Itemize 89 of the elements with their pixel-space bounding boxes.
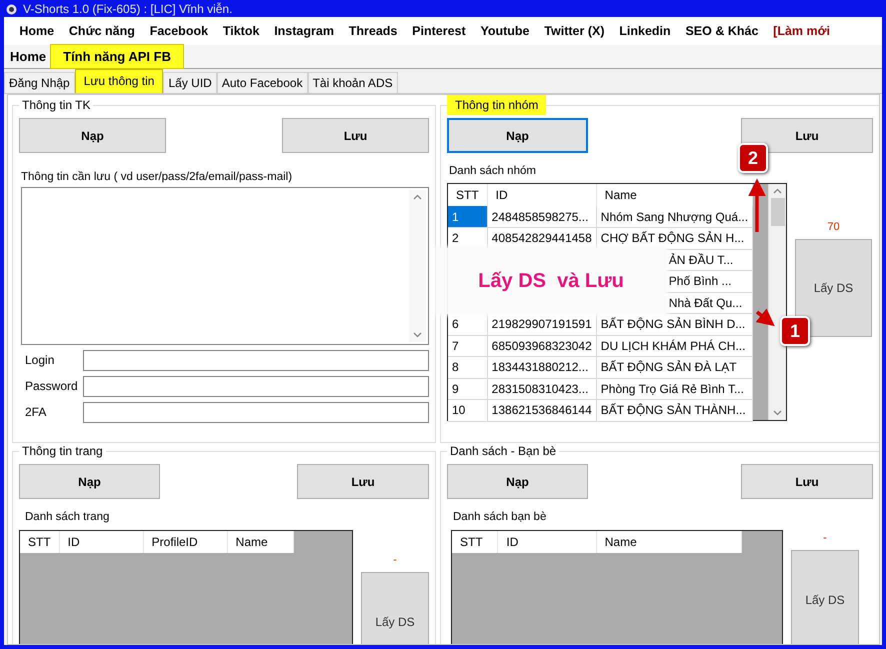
table-cell: 685093968323042 — [487, 335, 596, 356]
menu-item[interactable]: Pinterest — [404, 24, 474, 38]
scroll-up-icon[interactable] — [413, 194, 422, 200]
table-cell[interactable]: 8 — [448, 356, 488, 378]
tab[interactable]: Đăng Nhập — [4, 72, 75, 93]
menu-item[interactable]: SEO & Khác — [678, 24, 766, 38]
fetch-button[interactable]: Lấy DS — [361, 572, 429, 644]
field-label: Danh sách nhóm — [449, 165, 537, 177]
group-title: Thông tin TK — [19, 98, 94, 112]
column-header[interactable]: ID — [487, 184, 596, 206]
tab[interactable]: Auto Facebook — [216, 72, 308, 93]
window-title: V-Shorts 1.0 (Fix-605) : [LIC] Vĩnh viễn. — [23, 2, 232, 16]
table-cell: Nhóm Sang Nhượng Quá... — [596, 206, 753, 228]
menu-item[interactable]: Youtube — [473, 24, 537, 38]
arrow — [756, 308, 775, 326]
menu-item[interactable]: Chức năng — [62, 24, 142, 38]
menu-item[interactable]: Instagram — [266, 24, 342, 38]
table-cell: 219829907191591 — [487, 314, 596, 335]
tab[interactable]: Lưu thông tin — [74, 69, 164, 93]
arrow — [748, 178, 766, 232]
item-count: 70 — [827, 221, 840, 235]
load-button[interactable]: Nạp — [447, 464, 588, 499]
load-button[interactable]: Nạp — [19, 464, 160, 499]
menu-item[interactable]: Threads — [341, 24, 405, 38]
item-count: - — [393, 554, 397, 568]
table-cell: BẤT ĐỘNG SẢN BÌNH D... — [596, 314, 753, 335]
table-cell: BẤT ĐỘNG SẢN THÀNH... — [596, 400, 753, 421]
scrollbar[interactable] — [768, 184, 786, 420]
menu-item[interactable]: Linkedin — [612, 24, 678, 38]
save-button[interactable]: Lưu — [282, 118, 429, 153]
table-cell: Phòng Trọ Giá Rẻ Bình T... — [596, 378, 753, 400]
table-cell: 2831508310423... — [487, 378, 596, 400]
group-title: Danh sách - Bạn bè — [447, 444, 560, 458]
column-header[interactable]: Name — [596, 184, 753, 206]
scrollbar[interactable] — [409, 190, 426, 342]
scroll-down-icon[interactable] — [413, 332, 422, 338]
field-label: Danh sách trang — [25, 511, 110, 523]
load-button[interactable]: Nạp — [447, 118, 588, 153]
table-cell: 138621536846144 — [487, 400, 596, 421]
ribbon-tab[interactable]: Tính năng API FB — [50, 44, 184, 69]
column-header[interactable]: STT — [448, 184, 488, 206]
column-header[interactable]: ID — [498, 531, 596, 553]
scroll-down-icon[interactable] — [773, 410, 782, 416]
menu-item[interactable]: [Làm mới — [766, 24, 838, 38]
load-button[interactable]: Nạp — [19, 118, 166, 153]
table-cell[interactable]: 7 — [448, 335, 488, 356]
input-field[interactable] — [83, 350, 429, 370]
field-label: Danh sách bạn bè — [453, 511, 548, 523]
step-badge: 1 — [780, 316, 810, 346]
column-header[interactable]: STT — [452, 531, 498, 553]
table-cell: DU LỊCH KHÁM PHÁ CH... — [596, 335, 753, 356]
tab[interactable]: Tài khoản ADS — [308, 72, 398, 93]
group-title: Thông tin trang — [19, 444, 106, 458]
field-label: Thông tin cần lưu ( vd user/pass/2fa/email/pass-mail) — [21, 171, 294, 183]
table-cell: 408542829441458 — [487, 228, 596, 249]
column-header[interactable]: STT — [20, 531, 60, 553]
tab[interactable]: Lấy UID — [163, 72, 217, 93]
scroll-thumb[interactable] — [770, 198, 784, 226]
table-cell: BẤT ĐỘNG SẢN ĐÀ LẠT — [596, 356, 753, 378]
fetch-button[interactable]: Lấy DS — [791, 550, 859, 644]
group-title: Thông tin nhóm — [447, 95, 546, 115]
table-cell[interactable]: 9 — [448, 378, 488, 400]
menu-item[interactable]: Twitter (X) — [536, 24, 612, 38]
field-label: 2FA — [25, 405, 48, 419]
save-button[interactable]: Lưu — [741, 464, 873, 499]
menu-item[interactable]: Tiktok — [215, 24, 267, 38]
table-cell[interactable]: 2 — [448, 228, 488, 249]
field-label: Password — [25, 379, 79, 393]
table-cell[interactable]: 1 — [448, 206, 488, 228]
app-icon — [6, 4, 17, 14]
save-button[interactable]: Lưu — [297, 464, 429, 499]
scroll-up-icon[interactable] — [773, 188, 782, 194]
ribbon-tab[interactable]: Home — [6, 46, 50, 67]
column-header[interactable]: Name — [596, 531, 742, 553]
menu-item[interactable]: Facebook — [142, 24, 216, 38]
menu-item[interactable]: Home — [12, 24, 62, 38]
table-cell: CHỢ BẤT ĐỘNG SẢN H... — [596, 228, 753, 249]
column-header[interactable]: Name — [227, 531, 294, 553]
table-cell[interactable]: 10 — [448, 400, 488, 421]
input-field[interactable] — [83, 402, 429, 422]
column-header[interactable]: ID — [59, 531, 144, 553]
step-badge: 2 — [738, 143, 768, 173]
input-field[interactable] — [83, 376, 429, 396]
table-cell: 2484858598275... — [487, 206, 596, 228]
field-label: Login — [25, 353, 56, 367]
table-cell[interactable]: 6 — [448, 314, 488, 335]
column-header[interactable]: ProfileID — [143, 531, 228, 553]
table-cell: 1834431880212... — [487, 356, 596, 378]
item-count: - — [823, 532, 827, 546]
